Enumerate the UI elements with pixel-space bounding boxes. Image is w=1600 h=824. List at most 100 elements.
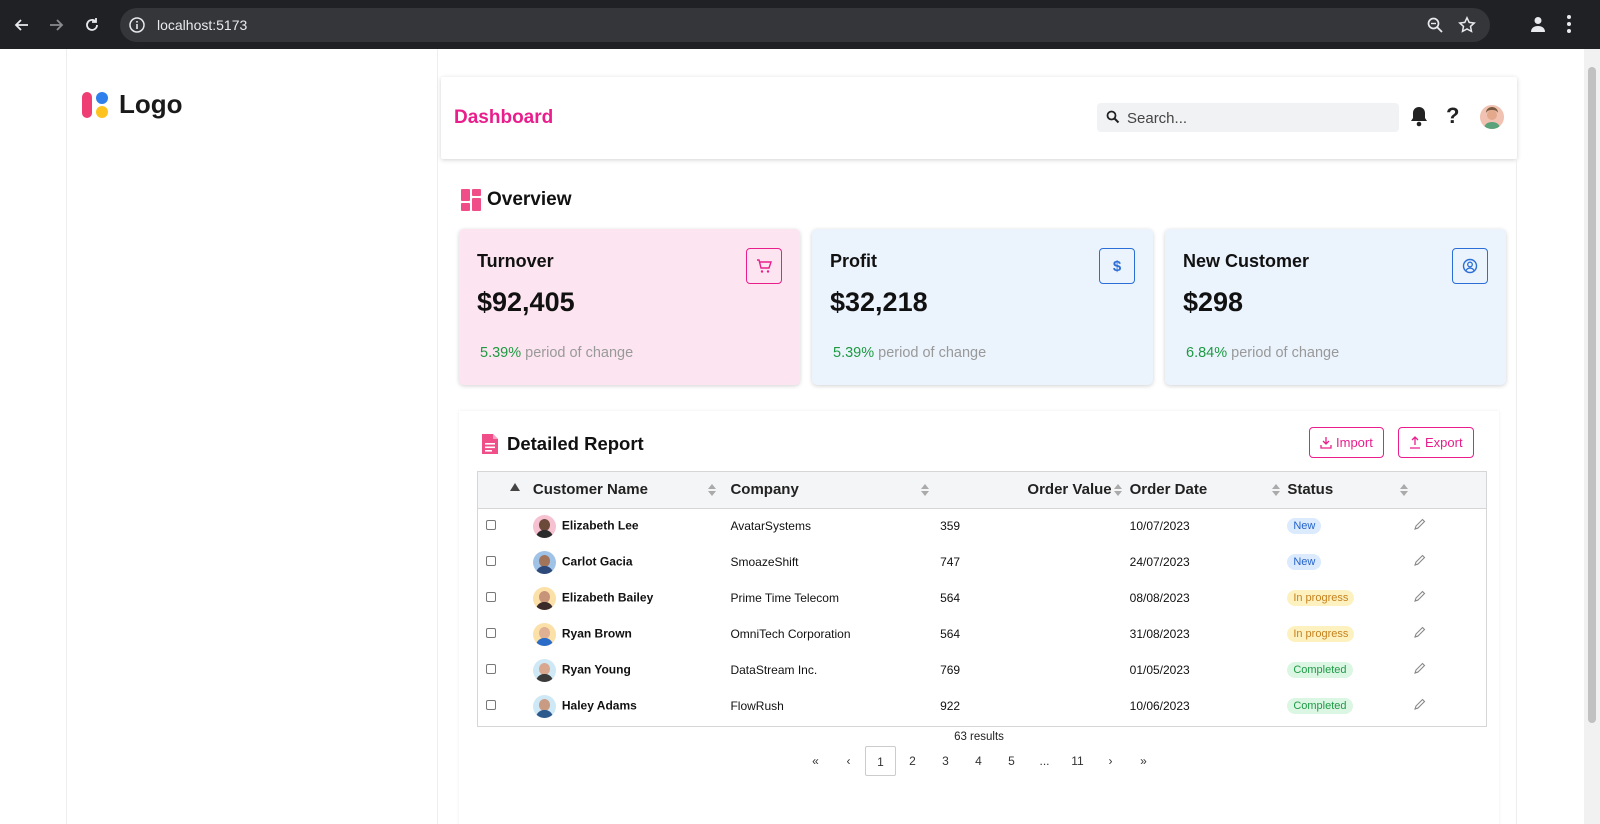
table-row[interactable]: Carlot Gacia SmoazeShift 747 24/07/2023 … bbox=[478, 544, 1486, 580]
company-cell: SmoazeShift bbox=[730, 555, 799, 569]
sort-icon[interactable] bbox=[1271, 484, 1280, 496]
change-percent: 5.39% bbox=[833, 345, 875, 361]
back-button[interactable] bbox=[10, 13, 34, 37]
order-value-cell: 564 bbox=[940, 591, 961, 605]
logo[interactable]: Logo bbox=[81, 89, 183, 120]
star-icon[interactable] bbox=[1458, 16, 1476, 34]
order-date-cell: 10/06/2023 bbox=[1120, 688, 1288, 724]
page-link[interactable]: 5 bbox=[995, 754, 1028, 768]
status-badge: New bbox=[1287, 554, 1322, 570]
actions-cell bbox=[1407, 544, 1486, 580]
order-value-cell: 922 bbox=[940, 699, 961, 713]
page-link[interactable]: 2 bbox=[896, 754, 929, 768]
user-avatar[interactable] bbox=[1480, 105, 1504, 129]
edit-pencil-icon[interactable] bbox=[1413, 698, 1426, 711]
export-button[interactable]: Export bbox=[1398, 427, 1474, 458]
select-column-header[interactable] bbox=[478, 472, 533, 508]
row-select-cell bbox=[478, 688, 533, 724]
company-cell: Prime Time Telecom bbox=[730, 591, 839, 605]
card-title: New Customer bbox=[1183, 251, 1310, 271]
address-bar[interactable]: localhost:5173 bbox=[120, 8, 1490, 42]
actions-column-header bbox=[1407, 472, 1486, 508]
card-change: 6.84% period of change bbox=[1186, 345, 1339, 361]
browser-toolbar: localhost:5173 bbox=[0, 0, 1600, 49]
help-icon[interactable]: ? bbox=[1446, 103, 1459, 129]
edit-pencil-icon[interactable] bbox=[1413, 554, 1426, 567]
search-box[interactable] bbox=[1097, 103, 1399, 132]
page-link[interactable]: ... bbox=[1028, 754, 1061, 768]
status-cell: New bbox=[1287, 544, 1407, 580]
row-checkbox[interactable] bbox=[486, 592, 496, 602]
row-checkbox[interactable] bbox=[486, 664, 496, 674]
status-cell: In progress bbox=[1287, 616, 1407, 652]
sort-icon[interactable] bbox=[921, 484, 930, 496]
svg-text:$: $ bbox=[1113, 258, 1122, 275]
column-header-status[interactable]: Status bbox=[1287, 472, 1409, 508]
page-link[interactable]: › bbox=[1094, 754, 1127, 768]
column-header-company[interactable]: Company bbox=[730, 472, 940, 508]
edit-pencil-icon[interactable] bbox=[1413, 518, 1426, 531]
page-link[interactable]: 3 bbox=[929, 754, 962, 768]
column-header-order-date[interactable]: Order Date bbox=[1120, 472, 1288, 508]
order-date-cell: 31/08/2023 bbox=[1120, 616, 1288, 652]
page-link[interactable]: 4 bbox=[962, 754, 995, 768]
change-percent: 5.39% bbox=[480, 345, 522, 361]
menu-kebab-icon[interactable] bbox=[1566, 14, 1572, 34]
table-row[interactable]: Ryan Young DataStream Inc. 769 01/05/202… bbox=[478, 652, 1486, 688]
url-text[interactable]: localhost:5173 bbox=[157, 17, 247, 33]
dollar-icon-button[interactable]: $ bbox=[1099, 248, 1135, 284]
table-row[interactable]: Haley Adams FlowRush 922 10/06/2023 Comp… bbox=[478, 688, 1486, 724]
zoom-icon[interactable] bbox=[1426, 16, 1444, 34]
forward-button[interactable] bbox=[44, 13, 68, 37]
edit-pencil-icon[interactable] bbox=[1413, 626, 1426, 639]
card-value: $92,405 bbox=[477, 287, 575, 317]
info-icon[interactable] bbox=[128, 16, 146, 34]
customer-avatar bbox=[532, 658, 556, 682]
table-row[interactable]: Ryan Brown OmniTech Corporation 564 31/0… bbox=[478, 616, 1486, 652]
page-link[interactable]: ‹ bbox=[832, 754, 865, 768]
top-bar: Dashboard ? bbox=[441, 77, 1517, 159]
import-button[interactable]: Import bbox=[1309, 427, 1384, 458]
column-header-customer[interactable]: Customer Name bbox=[533, 472, 731, 508]
report-header: Detailed Report bbox=[481, 433, 644, 455]
search-input[interactable] bbox=[1127, 107, 1387, 129]
profile-icon[interactable] bbox=[1529, 15, 1547, 33]
page-link[interactable]: « bbox=[799, 754, 832, 768]
bell-icon[interactable] bbox=[1409, 105, 1429, 127]
status-badge: Completed bbox=[1287, 662, 1353, 678]
actions-cell bbox=[1407, 652, 1486, 688]
row-checkbox[interactable] bbox=[486, 556, 496, 566]
reload-button[interactable] bbox=[80, 13, 104, 37]
report-table: Customer Name Company Order Value Order … bbox=[477, 471, 1487, 727]
row-checkbox[interactable] bbox=[486, 520, 496, 531]
customer-cell: Haley Adams bbox=[532, 688, 731, 724]
document-icon bbox=[482, 434, 498, 454]
edit-pencil-icon[interactable] bbox=[1413, 662, 1426, 675]
card-change: 5.39% period of change bbox=[480, 345, 633, 361]
column-header-order-value[interactable]: Order Value bbox=[940, 472, 1122, 508]
table-row[interactable]: Elizabeth Lee AvatarSystems 359 10/07/20… bbox=[478, 508, 1486, 544]
scrollbar-thumb[interactable] bbox=[1588, 67, 1596, 723]
cart-icon-button[interactable] bbox=[746, 248, 782, 284]
customer-cell: Elizabeth Bailey bbox=[532, 580, 731, 616]
page-scrollbar[interactable] bbox=[1584, 49, 1600, 824]
sort-asc-icon[interactable] bbox=[510, 483, 520, 491]
sidebar: Logo bbox=[66, 49, 438, 824]
page-link[interactable]: 11 bbox=[1061, 754, 1094, 768]
table-row[interactable]: Elizabeth Bailey Prime Time Telecom 564 … bbox=[478, 580, 1486, 616]
order-value-cell: 359 bbox=[940, 519, 961, 534]
row-checkbox[interactable] bbox=[486, 700, 496, 710]
export-icon bbox=[1410, 436, 1420, 449]
order-value-cell: 769 bbox=[940, 663, 961, 677]
page-link[interactable]: » bbox=[1127, 754, 1160, 768]
logo-mark-icon bbox=[82, 91, 108, 118]
column-label: Status bbox=[1287, 481, 1334, 499]
sort-icon[interactable] bbox=[707, 484, 716, 496]
edit-pencil-icon[interactable] bbox=[1413, 590, 1426, 603]
row-checkbox[interactable] bbox=[486, 628, 496, 638]
user-circle-icon-button[interactable] bbox=[1452, 248, 1488, 284]
pagination: «‹ 1 2 3 4 5... 11 ›» bbox=[799, 746, 1160, 776]
page-link[interactable]: 1 bbox=[865, 746, 896, 776]
status-badge: New bbox=[1287, 518, 1322, 535]
dollar-icon: $ bbox=[1113, 258, 1122, 275]
